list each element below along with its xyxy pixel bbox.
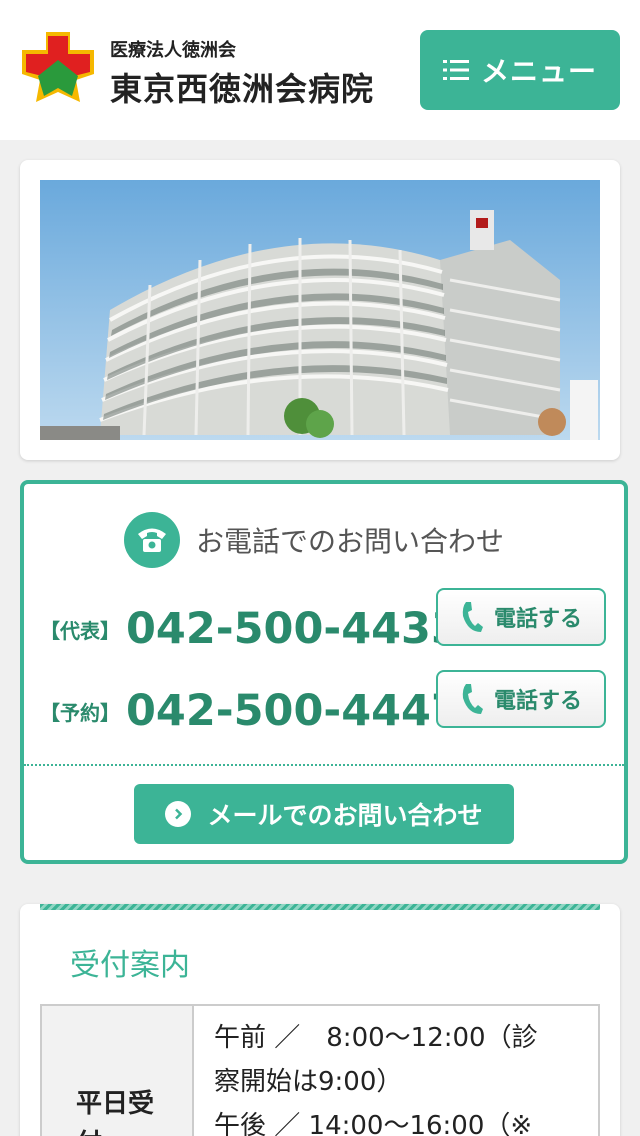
table-cell: 午前 ／ 8:00〜12:00（診 察開始は9:00） 午後 ／ 14:00〜1… [194, 1006, 598, 1136]
hospital-building-photo [40, 180, 600, 440]
hours-line: 察開始は9:00） [214, 1067, 403, 1097]
tel-tag-reservation: 【予約】 [40, 700, 120, 725]
hospital-name[interactable]: 東京西徳洲会病院 [110, 64, 374, 110]
section-accent-bar [40, 904, 600, 910]
hero-photo-card [20, 160, 620, 460]
tel-tag-main: 【代表】 [40, 618, 120, 643]
reception-panel: 受付案内 平日受付 午前 ／ 8:00〜12:00（診 察開始は9:00） 午後… [20, 904, 620, 1136]
mail-inquiry-label: メールでのお問い合わせ [207, 801, 483, 830]
corporation-name: 医療法人徳洲会 [110, 40, 236, 61]
hours-line: 午前 ／ 8:00〜12:00（診 [214, 1023, 538, 1053]
handset-icon [462, 684, 483, 714]
contact-title: お電話でのお問い合わせ [196, 525, 505, 558]
call-button-reservation-label: 電話する [493, 689, 582, 714]
tel-number-reservation[interactable]: 042-500-4447 [126, 686, 461, 736]
call-button-main-label: 電話する [493, 607, 582, 632]
tel-row-main: 【代表】 042-500-4433 [40, 599, 461, 659]
contact-heading: お電話でのお問い合わせ [124, 512, 504, 568]
weekday-reception-label: 平日受付 [76, 1089, 155, 1136]
call-button-reservation[interactable]: 電話する [436, 670, 606, 728]
site-header: 医療法人徳洲会 東京西徳洲会病院 メニュー [0, 0, 640, 140]
reception-title: 受付案内 [70, 948, 190, 983]
phone-icon [124, 512, 180, 568]
call-button-main[interactable]: 電話する [436, 588, 606, 646]
hospital-logo-icon[interactable] [20, 30, 96, 106]
handset-icon [462, 602, 483, 632]
list-icon [442, 60, 469, 80]
chevron-right-icon [165, 801, 192, 827]
divider [24, 764, 624, 766]
mail-inquiry-button[interactable]: メールでのお問い合わせ [134, 784, 514, 844]
hours-line: 午後 ／ 14:00〜16:00（※ [214, 1111, 533, 1136]
table-row-header: 平日受付 [42, 1006, 194, 1136]
reception-table: 平日受付 午前 ／ 8:00〜12:00（診 察開始は9:00） 午後 ／ 14… [40, 1004, 600, 1136]
menu-button[interactable]: メニュー [420, 30, 620, 110]
phone-contact-panel: お電話でのお問い合わせ 【代表】 042-500-4433 電話する 【予約】 … [20, 480, 628, 864]
menu-button-label: メニュー [480, 55, 597, 88]
tel-number-main[interactable]: 042-500-4433 [126, 604, 461, 654]
tel-row-reservation: 【予約】 042-500-4447 [40, 681, 461, 741]
